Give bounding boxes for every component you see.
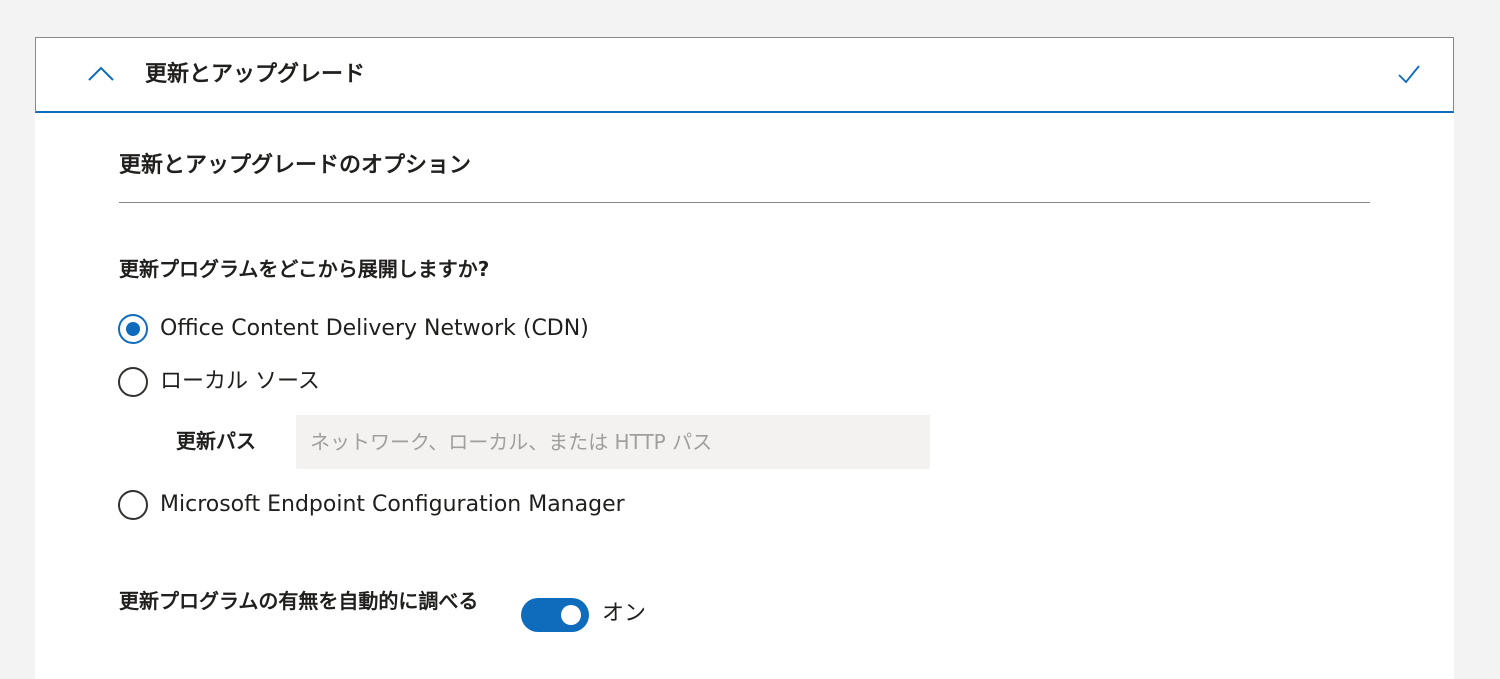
radio-option-configuration-manager[interactable]: Microsoft Endpoint Configuration Manager bbox=[118, 488, 625, 522]
radio-label-cdn: Office Content Delivery Network (CDN) bbox=[160, 316, 589, 341]
toggle-knob bbox=[561, 605, 581, 625]
check-icon bbox=[1398, 65, 1420, 84]
radio-button-configuration-manager[interactable] bbox=[118, 490, 148, 520]
radio-button-local-source[interactable] bbox=[118, 367, 148, 397]
auto-check-toggle[interactable] bbox=[521, 598, 589, 632]
radio-option-local-source[interactable]: ローカル ソース bbox=[118, 365, 320, 399]
auto-check-label: 更新プログラムの有無を自動的に調べる bbox=[119, 589, 479, 613]
update-path-label: 更新パス bbox=[176, 429, 256, 453]
radio-button-cdn[interactable] bbox=[118, 314, 148, 344]
chevron-up-icon[interactable] bbox=[86, 62, 116, 86]
section-title: 更新とアップグレードのオプション bbox=[119, 153, 472, 178]
toggle-state-text: オン bbox=[602, 601, 647, 626]
radio-option-cdn[interactable]: Office Content Delivery Network (CDN) bbox=[118, 312, 589, 346]
radio-label-configuration-manager: Microsoft Endpoint Configuration Manager bbox=[160, 492, 625, 517]
update-source-question: 更新プログラムをどこから展開しますか? bbox=[119, 257, 490, 281]
accordion-title: 更新とアップグレード bbox=[145, 62, 366, 87]
section-divider bbox=[119, 202, 1370, 203]
updates-panel: 更新とアップグレード 更新とアップグレードのオプション 更新プログラムをどこから… bbox=[35, 37, 1454, 679]
accordion-header[interactable]: 更新とアップグレード bbox=[35, 37, 1454, 113]
radio-label-local-source: ローカル ソース bbox=[160, 369, 320, 394]
update-path-input[interactable] bbox=[296, 415, 930, 469]
